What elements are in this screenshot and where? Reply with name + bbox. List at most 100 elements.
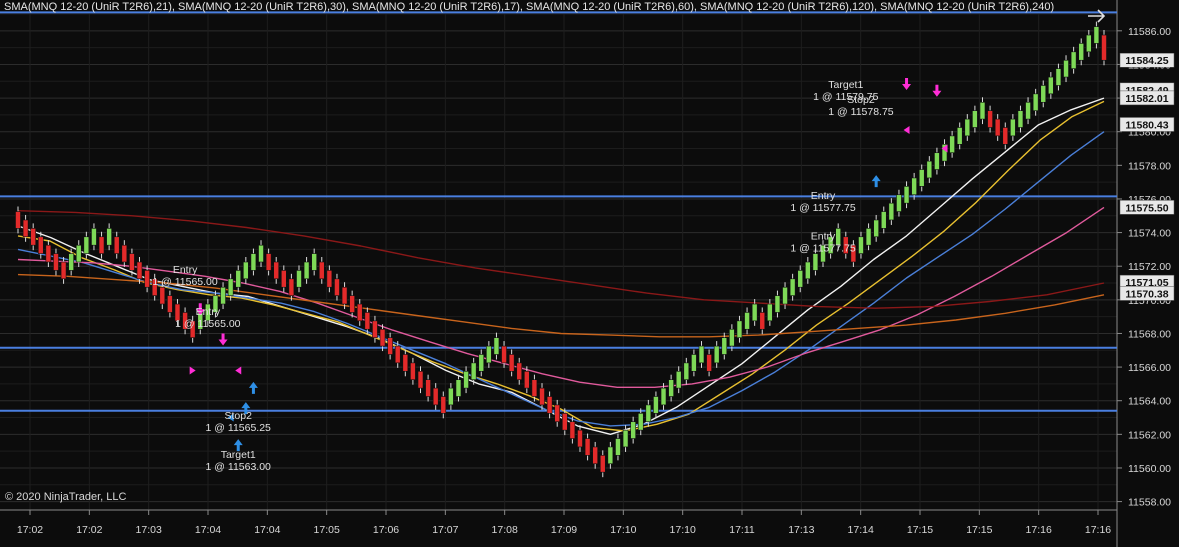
annotation-label: Target1 [221, 449, 256, 461]
down-bar [546, 396, 553, 414]
annotation-label: 1 @ 11563.00 [206, 461, 272, 473]
up-bar [1093, 26, 1100, 44]
up-bar [91, 228, 97, 246]
down-bar [577, 429, 583, 448]
up-bar [789, 278, 796, 296]
x-tick-label: 17:07 [432, 524, 458, 536]
up-bar [493, 337, 500, 355]
up-bar [865, 228, 872, 246]
annotation-label: 1 @ 11578.75 [828, 106, 894, 118]
x-tick-label: 17:14 [848, 524, 874, 536]
up-bar [235, 270, 242, 288]
x-tick-label: 17:03 [136, 524, 162, 536]
up-bar [691, 354, 697, 372]
up-bar [880, 211, 887, 229]
y-tick-label: 11562.00 [1128, 429, 1171, 441]
down-bar [501, 345, 507, 364]
down-bar [144, 270, 150, 288]
down-bar [60, 261, 67, 280]
down-bar [569, 421, 576, 439]
down-bar [129, 253, 135, 271]
annotation-label: Stop2 [847, 94, 875, 106]
annotation-label: Entry [811, 230, 836, 242]
up-bar [888, 202, 895, 221]
down-bar [402, 354, 409, 372]
y-tick-label: 11574.00 [1128, 228, 1171, 240]
x-tick-label: 17:08 [492, 524, 518, 536]
up-bar [1070, 51, 1077, 69]
up-bar [250, 253, 257, 271]
annotation-label: 1 @ 11565.00 [175, 318, 241, 330]
up-bar [607, 446, 614, 465]
up-bar [630, 421, 636, 439]
up-bar [1040, 85, 1047, 103]
up-bar [486, 345, 492, 364]
down-bar [136, 261, 143, 280]
down-bar [364, 312, 371, 330]
down-bar [987, 110, 993, 128]
price-chart[interactable]: Entry1 @ 11565.00Entry1 @ 11565.00Stop21… [0, 0, 1179, 547]
x-tick-label: 17:06 [373, 524, 399, 536]
down-bar [410, 362, 416, 380]
down-bar [356, 303, 363, 322]
up-bar [956, 127, 963, 145]
up-bar [258, 244, 264, 263]
down-bar [432, 387, 439, 406]
x-tick-label: 17:16 [1026, 524, 1052, 536]
up-bar [979, 101, 986, 120]
down-bar [592, 446, 598, 465]
up-bar [645, 404, 652, 423]
price-label-text: 11580.43 [1125, 119, 1168, 131]
up-bar [918, 169, 925, 187]
up-bar [797, 270, 804, 288]
up-bar [463, 370, 469, 389]
annotation-label: 1 @ 11577.75 [790, 242, 856, 254]
x-tick-label: 17:02 [76, 524, 102, 536]
up-bar [903, 186, 910, 204]
down-bar [516, 362, 523, 380]
up-bar [926, 160, 933, 179]
up-bar [83, 236, 90, 254]
down-bar [326, 270, 333, 288]
down-bar [45, 244, 52, 263]
down-bar [394, 345, 401, 364]
y-tick-label: 11578.00 [1128, 160, 1171, 172]
copyright-text: © 2020 NinjaTrader, LLC [5, 491, 127, 503]
down-bar [508, 354, 515, 372]
down-bar [318, 261, 325, 280]
down-bar [1002, 127, 1009, 145]
up-bar [713, 345, 720, 364]
annotation-label: 1 @ 11565.00 [152, 276, 218, 288]
down-bar [554, 404, 561, 423]
down-bar [417, 370, 424, 389]
down-bar [584, 438, 591, 456]
up-bar [668, 379, 674, 397]
up-bar [934, 152, 940, 170]
up-bar [683, 362, 690, 380]
price-label-text: 11570.38 [1125, 288, 1168, 300]
annotation-label: 1 @ 11577.75 [790, 202, 856, 214]
down-bar [539, 387, 545, 406]
arrow-right-icon[interactable] [1086, 5, 1108, 27]
down-bar [98, 236, 105, 254]
price-label-text: 11575.50 [1125, 202, 1168, 214]
down-bar [265, 253, 272, 271]
up-bar [1063, 59, 1069, 78]
up-bar [729, 328, 735, 347]
x-tick-label: 17:04 [254, 524, 280, 536]
y-tick-label: 11572.00 [1128, 261, 1171, 273]
up-bar [949, 135, 955, 154]
x-tick-label: 17:15 [966, 524, 992, 536]
up-bar [448, 387, 454, 406]
up-bar [227, 278, 234, 296]
x-tick-label: 17:13 [788, 524, 814, 536]
price-label-text: 11582.01 [1125, 93, 1168, 105]
up-bar [68, 253, 74, 271]
x-tick-label: 17:11 [729, 524, 755, 536]
down-bar [706, 354, 712, 372]
up-bar [774, 295, 781, 313]
x-tick-label: 17:09 [551, 524, 577, 536]
down-bar [524, 370, 530, 389]
up-bar [296, 270, 302, 288]
up-bar [767, 303, 773, 322]
